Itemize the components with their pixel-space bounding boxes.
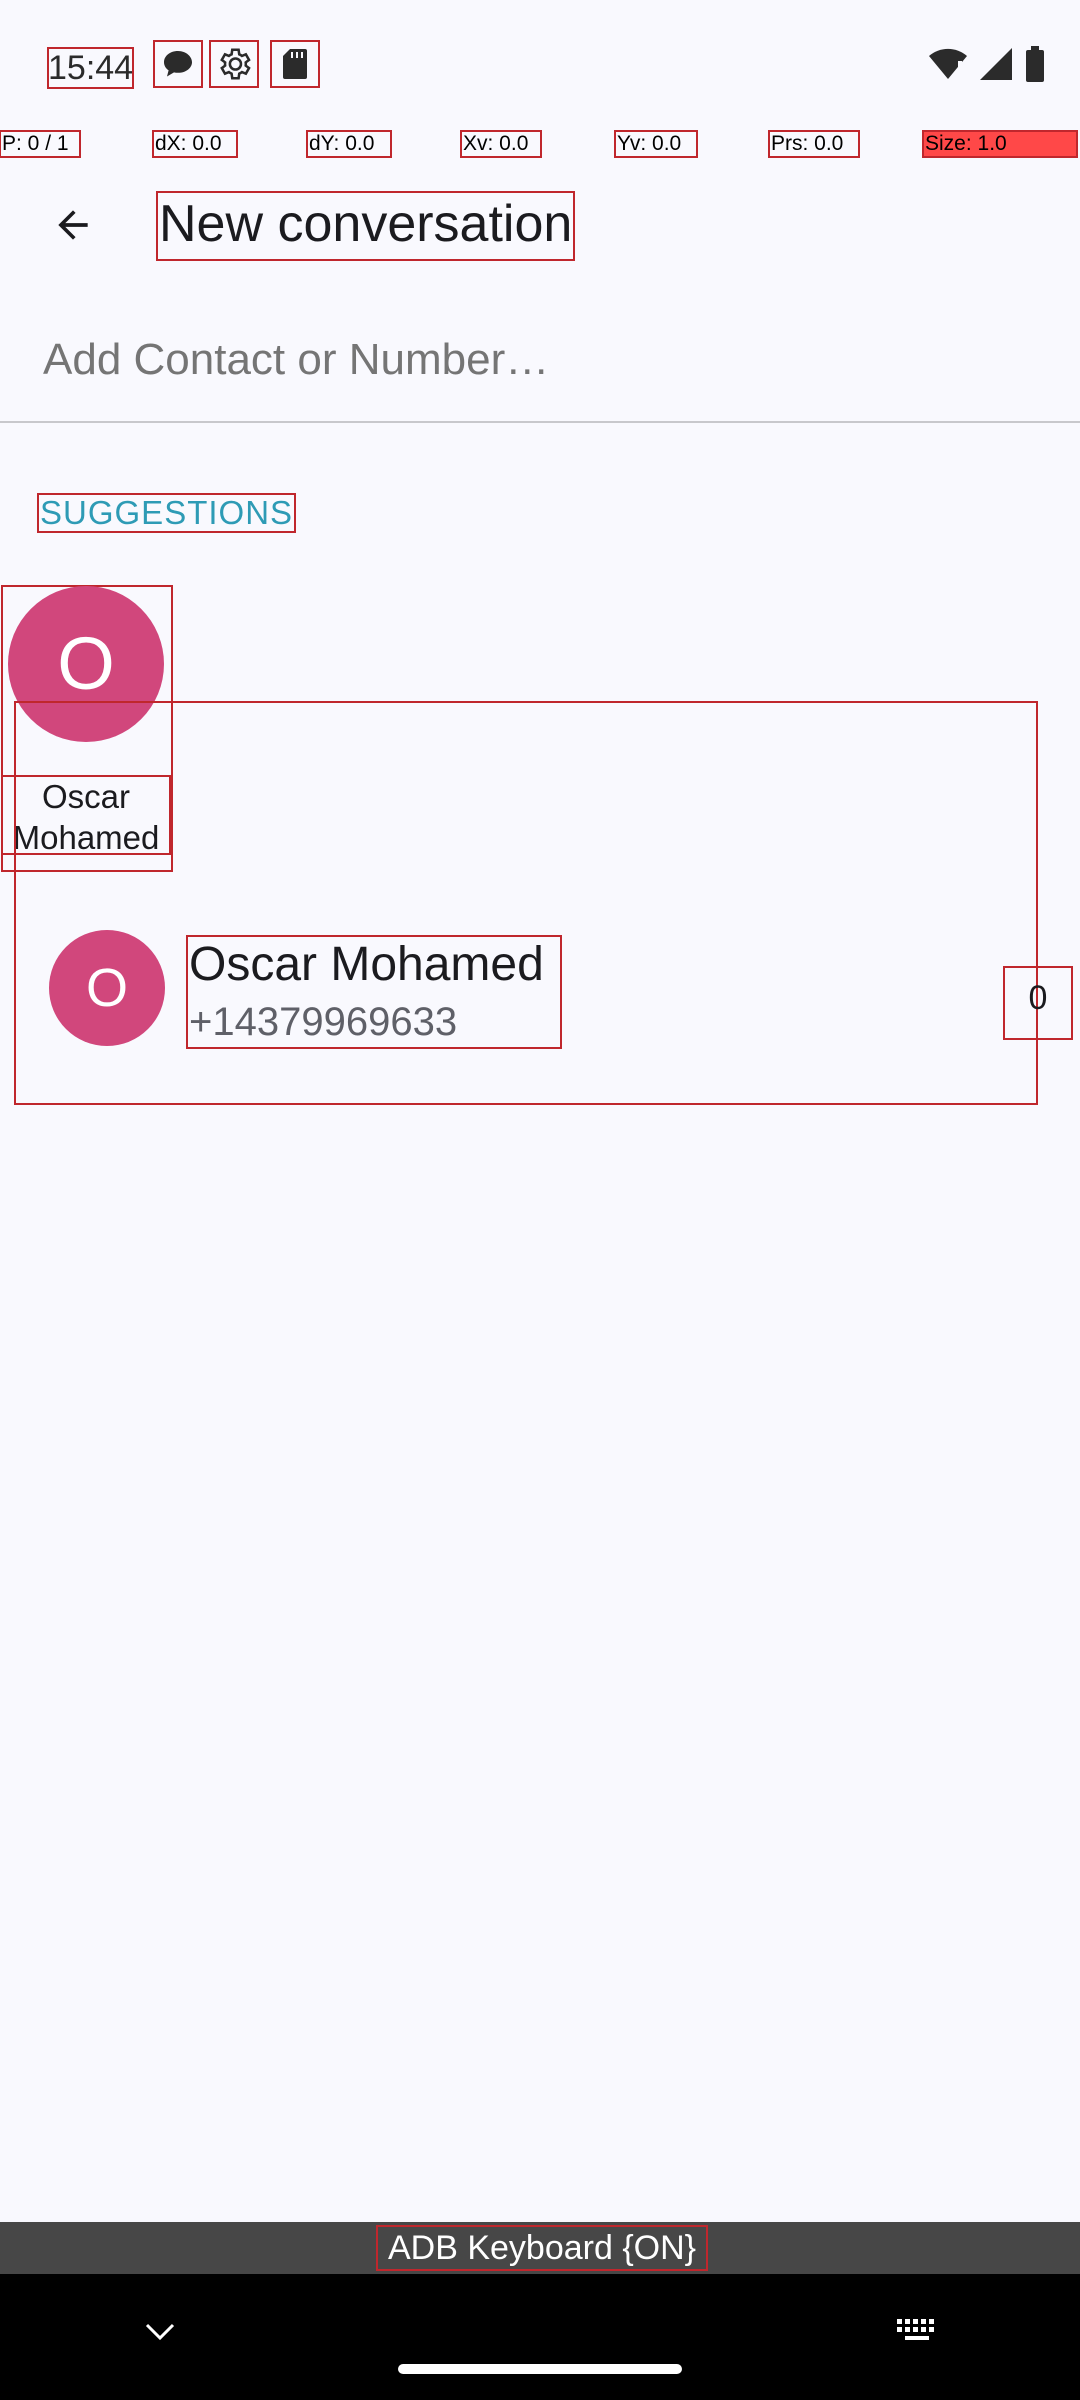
system-status-icons [928, 44, 1046, 84]
pointer-size: Size: 1.0 [922, 130, 1078, 158]
pointer-xv: Xv: 0.0 [460, 130, 542, 158]
chat-bubble-icon [153, 40, 203, 88]
settings-gear-icon [209, 40, 259, 88]
contact-number-type: 0 [1003, 966, 1073, 1040]
cell-signal-icon [980, 48, 1012, 80]
keyboard-switcher-button[interactable] [890, 2310, 946, 2350]
arrow-back-icon [58, 210, 88, 240]
pointer-dy: dY: 0.0 [306, 130, 392, 158]
recipient-input[interactable] [43, 336, 559, 384]
divider [0, 421, 1080, 423]
pointer-count: P: 0 / 1 [0, 130, 81, 158]
battery-icon [1026, 46, 1044, 82]
page-title: New conversation [155, 191, 576, 261]
app-bar: New conversation [0, 170, 1080, 280]
status-bar: 15:44 [0, 0, 1080, 130]
keyboard-status-bar: ADB Keyboard {ON} [0, 2222, 1080, 2274]
pointer-location-overlay: P: 0 / 1 dX: 0.0 dY: 0.0 Xv: 0.0 Yv: 0.0… [0, 130, 1080, 158]
suggestions-header: SUGGESTIONS [36, 493, 297, 533]
avatar: O [49, 930, 165, 1046]
pointer-dx: dX: 0.0 [152, 130, 238, 158]
hide-keyboard-button[interactable] [135, 2312, 185, 2352]
back-button[interactable] [38, 190, 108, 260]
chevron-down-icon [145, 2323, 175, 2341]
pointer-pressure: Prs: 0.0 [768, 130, 860, 158]
wifi-icon [929, 48, 967, 79]
navigation-bar [0, 2274, 1080, 2400]
home-handle[interactable] [398, 2364, 682, 2374]
screen: 15:44 P: 0 / 1 dX: 0.0 dY: 0.0 Xv: 0.0 Y… [0, 0, 1080, 2400]
contact-list-item[interactable]: O Oscar Mohamed +14379969633 [14, 701, 1038, 1105]
keyboard-icon [897, 2319, 934, 2340]
contact-number: +14379969633 [189, 1000, 458, 1044]
keyboard-status-label: ADB Keyboard {ON} [376, 2225, 708, 2271]
contact-name: Oscar Mohamed [189, 938, 544, 991]
pointer-yv: Yv: 0.0 [614, 130, 698, 158]
sd-card-icon [270, 40, 320, 88]
status-time: 15:44 [46, 47, 135, 89]
contact-details: Oscar Mohamed +14379969633 [186, 935, 562, 1049]
